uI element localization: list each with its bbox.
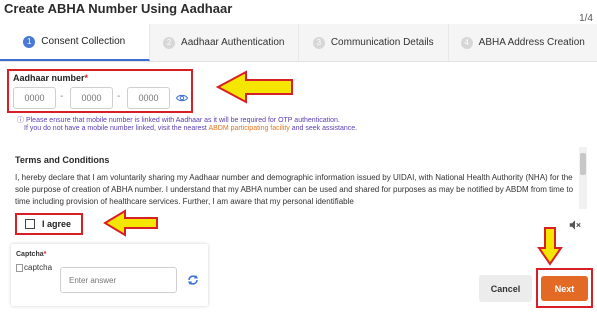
eye-icon[interactable] — [176, 92, 188, 104]
step-number: 1 — [23, 35, 36, 48]
separator: - — [60, 91, 64, 102]
step-counter: 1/4 — [579, 13, 593, 24]
arrow-annotation-icon — [537, 227, 563, 266]
terms-scrollbar[interactable] — [579, 147, 587, 209]
facility-info-suffix: and seek assistance. — [291, 125, 358, 132]
required-marker: * — [43, 251, 47, 258]
step-number: 2 — [163, 36, 176, 49]
refresh-icon[interactable] — [187, 274, 199, 286]
aadhaar-input-3[interactable] — [127, 87, 170, 109]
aadhaar-input-2[interactable] — [70, 87, 113, 109]
terms-and-conditions: Terms and Conditions I, hereby declare t… — [15, 147, 587, 209]
arrow-annotation-icon — [216, 70, 293, 104]
tab-communication-details[interactable]: 3 Communication Details — [299, 24, 449, 61]
cancel-button[interactable]: Cancel — [479, 275, 532, 302]
broken-image-icon — [16, 263, 23, 272]
tab-label: Consent Collection — [41, 36, 126, 47]
next-button[interactable]: Next — [541, 276, 588, 301]
tab-abha-address-creation[interactable]: 4 ABHA Address Creation — [448, 24, 597, 61]
agree-checkbox[interactable] — [25, 219, 35, 229]
required-marker: * — [84, 73, 89, 83]
aadhaar-input-1[interactable] — [13, 87, 56, 109]
mute-icon[interactable] — [568, 218, 582, 232]
tab-consent-collection[interactable]: 1 Consent Collection — [0, 24, 150, 61]
step-number: 4 — [460, 36, 473, 49]
otp-info-line: ⓘ Please ensure that mobile number is li… — [17, 115, 340, 125]
terms-text: I, hereby declare that I am voluntarily … — [15, 173, 574, 206]
captcha-answer-input[interactable] — [60, 267, 177, 293]
terms-title: Terms and Conditions — [15, 155, 110, 165]
stepper-tabs: 1 Consent Collection 2 Aadhaar Authentic… — [0, 24, 597, 62]
captcha-label-text: Captcha — [16, 251, 44, 258]
captcha-card: Captcha* captcha — [11, 244, 208, 306]
step-number: 3 — [312, 36, 325, 49]
tab-label: Aadhaar Authentication — [181, 37, 285, 48]
tab-label: Communication Details — [330, 37, 434, 48]
separator: - — [117, 91, 121, 102]
scroll-thumb[interactable] — [580, 153, 586, 175]
info-icon: ⓘ — [17, 117, 24, 124]
facility-info-line: If you do not have a mobile number linke… — [24, 125, 357, 132]
aadhaar-label-text: Aadhaar number — [13, 73, 85, 83]
otp-info-text: Please ensure that mobile number is link… — [25, 117, 340, 124]
tab-label: ABHA Address Creation — [478, 37, 585, 48]
captcha-label: Captcha* — [16, 251, 46, 258]
next-button-highlight: Next — [536, 268, 593, 308]
tab-aadhaar-authentication[interactable]: 2 Aadhaar Authentication — [149, 24, 299, 61]
captcha-image-alt: captcha — [24, 263, 53, 272]
aadhaar-label: Aadhaar number* — [13, 73, 88, 83]
agree-label: I agree — [42, 219, 72, 229]
captcha-image: captcha — [16, 263, 52, 272]
agree-checkbox-group[interactable]: I agree — [15, 213, 83, 235]
facility-info-prefix: If you do not have a mobile number linke… — [24, 125, 207, 132]
arrow-annotation-icon — [103, 209, 158, 237]
abdm-facility-link[interactable]: ABDM participating facility — [208, 125, 289, 132]
page-title: Create ABHA Number Using Aadhaar — [4, 1, 233, 16]
aadhaar-number-field-group: Aadhaar number* - - — [7, 69, 193, 113]
